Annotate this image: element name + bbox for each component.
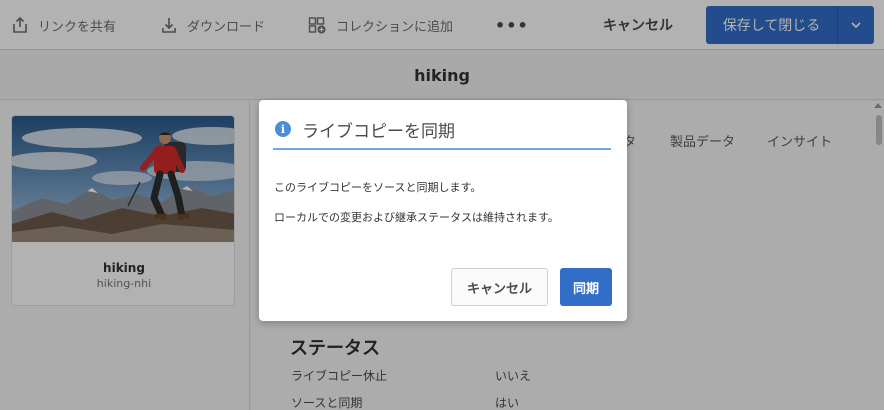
info-icon: i	[275, 121, 291, 137]
dialog-message-line-2: ローカルでの変更および継承ステータスは維持されます。	[274, 211, 559, 224]
dialog-title: ライブコピーを同期	[302, 121, 455, 142]
dialog-header: i ライブコピーを同期	[273, 110, 611, 150]
sync-livecopy-dialog: i ライブコピーを同期 このライブコピーをソースと同期します。 ローカルでの変更…	[259, 100, 627, 321]
dialog-cancel-button[interactable]: キャンセル	[451, 268, 548, 306]
dialog-sync-button[interactable]: 同期	[560, 268, 612, 306]
dialog-message-line-1: このライブコピーをソースと同期します。	[274, 181, 482, 194]
